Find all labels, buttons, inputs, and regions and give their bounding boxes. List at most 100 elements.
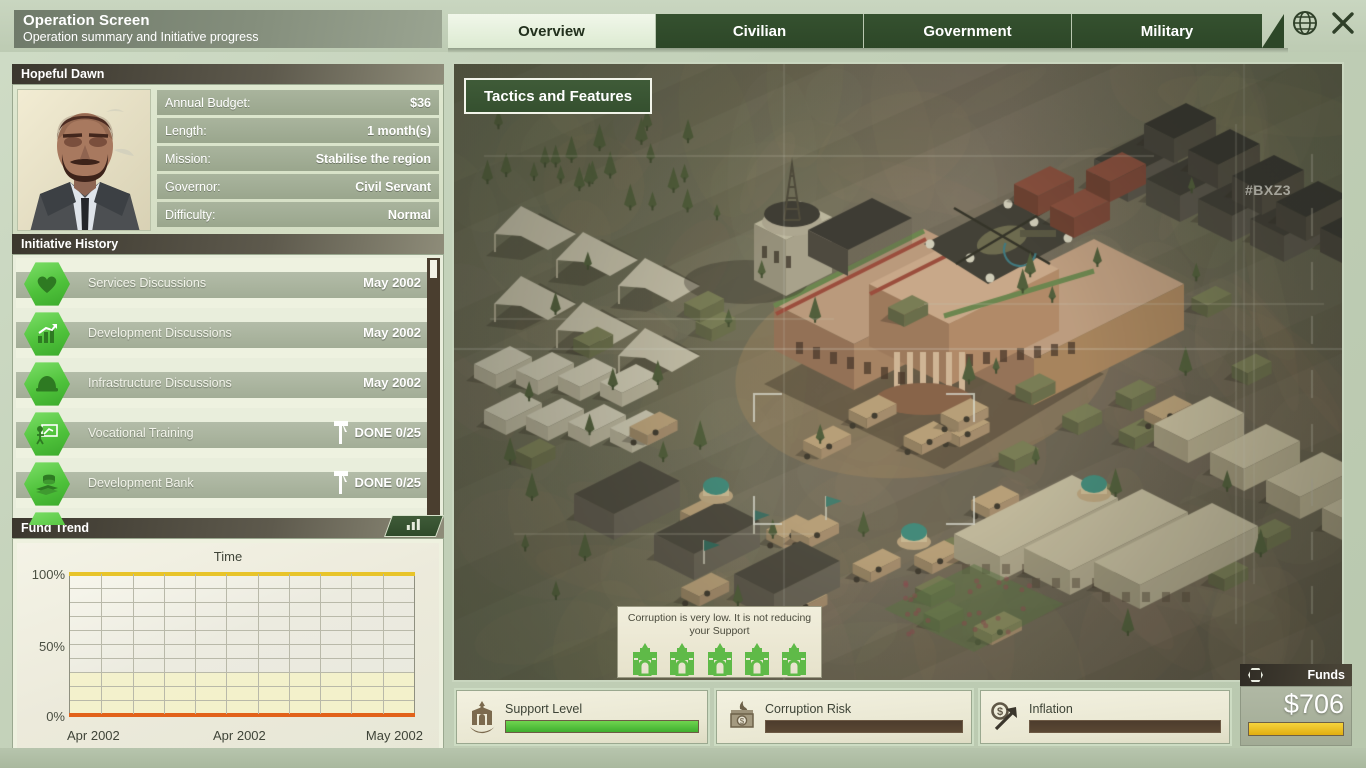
fund-trend-panel: Fund Trend Time 100% 50% 0% Apr 2002 Apr…: [12, 515, 445, 760]
dollar-arrow-icon: $: [989, 697, 1023, 737]
map-canvas[interactable]: [454, 64, 1342, 680]
tab-overview-label: Overview: [518, 22, 585, 40]
funds-amount: $706: [1283, 689, 1344, 719]
operation-info-panel: Hopeful Dawn Annual Budget: $36 Length: …: [12, 64, 444, 236]
info-row-budget: Annual Budget: $36: [157, 90, 439, 115]
chart-gridline-h: [70, 672, 414, 673]
chart-gridline-h: [70, 686, 414, 687]
chart-ytick-100: 100%: [31, 567, 65, 582]
page-title: Operation Screen Operation summary and I…: [14, 10, 442, 48]
hammer-icon: [333, 420, 349, 451]
list-item[interactable]: Vocational Training DONE 0/25: [16, 408, 427, 458]
tab-bar-shadow: [448, 48, 1288, 53]
status-corruption-risk-track: [765, 719, 963, 733]
chart-gridline-h: [70, 700, 414, 701]
close-icon[interactable]: [1328, 8, 1358, 38]
list-item[interactable]: Development Discussions May 2002: [16, 308, 427, 358]
hard-hat-icon: [24, 361, 70, 407]
money-stack-icon: [24, 461, 70, 507]
list-item-value: DONE 0/25: [354, 475, 421, 490]
chart-plot-area: [69, 572, 415, 717]
list-item-label: Infrastructure Discussions: [88, 376, 232, 390]
hexagon-icon: [1248, 668, 1263, 682]
initiative-history-panel: Initiative History Services Discussions …: [12, 234, 444, 526]
chart-title: Time: [213, 549, 243, 564]
operation-map[interactable]: [452, 62, 1344, 682]
tab-military-label: Military: [1140, 22, 1194, 40]
chart-gridline-h: [70, 616, 414, 617]
hammer-icon: [333, 470, 349, 501]
scrollbar-thumb[interactable]: [430, 260, 437, 278]
chart-ytick-50: 50%: [38, 639, 65, 654]
page-title-text: Operation Screen: [23, 12, 150, 29]
building-icon: [705, 642, 735, 681]
list-item[interactable]: Services Discussions May 2002: [16, 258, 427, 308]
status-support-level-label: Support Level: [505, 701, 583, 716]
status-support-level-track: [505, 719, 699, 733]
shrine-hand-icon: [465, 697, 499, 737]
status-support-level-fill: [506, 720, 698, 732]
status-support-level[interactable]: Support Level: [454, 688, 710, 746]
corruption-tooltip: Corruption is very low. It is not reduci…: [617, 606, 822, 678]
status-corruption-risk-label: Corruption Risk: [765, 701, 852, 716]
info-row-governor-key: Governor:: [165, 179, 221, 194]
chart-xtick-2: Apr 2002: [213, 728, 266, 743]
funds-panel: Funds $706: [1240, 664, 1352, 746]
info-row-length: Length: 1 month(s): [157, 118, 439, 143]
svg-text:$: $: [997, 706, 1003, 718]
tab-government[interactable]: Government: [864, 14, 1072, 48]
info-row-difficulty-key: Difficulty:: [165, 207, 216, 222]
info-row-budget-value: $36: [410, 95, 431, 110]
initiative-history-scrollbar[interactable]: [427, 258, 440, 525]
status-inflation[interactable]: $ Inflation: [978, 688, 1232, 746]
tab-bar-slant: [1262, 14, 1284, 48]
building-icon: [667, 642, 697, 681]
info-row-difficulty: Difficulty: Normal: [157, 202, 439, 227]
chart-xtick-1: Apr 2002: [67, 728, 120, 743]
chart-gridline-h: [70, 602, 414, 603]
chart-series-ceiling: [69, 572, 415, 576]
tab-military[interactable]: Military: [1072, 14, 1262, 48]
info-row-mission-value: Stabilise the region: [315, 151, 431, 166]
bar-chart-icon[interactable]: [383, 515, 445, 537]
tab-overview[interactable]: Overview: [448, 14, 656, 48]
tactics-and-features-label: Tactics and Features: [484, 87, 633, 105]
info-row-length-key: Length:: [165, 123, 207, 138]
list-item-value: May 2002: [363, 275, 421, 290]
list-item-value: May 2002: [363, 375, 421, 390]
status-inflation-label: Inflation: [1029, 701, 1073, 716]
funds-header: Funds: [1240, 664, 1352, 686]
chart-gridline-h: [70, 630, 414, 631]
info-row-difficulty-value: Normal: [387, 207, 431, 222]
corruption-tooltip-text: Corruption is very low. It is not reduci…: [627, 612, 812, 637]
burning-money-icon: $: [725, 697, 759, 737]
initiative-history-list: Services Discussions May 2002 Developmen…: [16, 258, 427, 525]
operation-info-rows: Annual Budget: $36 Length: 1 month(s) Mi…: [157, 89, 439, 231]
globe-icon[interactable]: [1290, 8, 1320, 38]
operation-name: Hopeful Dawn: [12, 64, 444, 84]
tactics-and-features-button[interactable]: Tactics and Features: [464, 78, 653, 114]
growth-chart-icon: [24, 311, 70, 357]
info-row-budget-key: Annual Budget:: [165, 95, 251, 110]
status-corruption-risk[interactable]: $ Corruption Risk: [714, 688, 974, 746]
chart-xtick-3: May 2002: [365, 728, 423, 743]
fund-trend-title: Fund Trend: [12, 518, 444, 538]
chart-series-funds: [69, 713, 415, 717]
map-location-tag: #BXZ3: [1245, 182, 1292, 198]
status-inflation-track: [1029, 719, 1221, 733]
chart-gridline-h: [70, 658, 414, 659]
governor-portrait: [17, 89, 151, 231]
tab-civilian[interactable]: Civilian: [656, 14, 864, 48]
list-item-value: DONE 0/25: [354, 425, 421, 440]
hexagon-icon: [24, 511, 70, 525]
info-row-governor: Governor: Civil Servant: [157, 174, 439, 199]
list-item-value: May 2002: [363, 325, 421, 340]
svg-text:$: $: [740, 717, 745, 726]
page-subtitle-text: Operation summary and Initiative progres…: [23, 30, 259, 44]
top-bar: Operation Screen Operation summary and I…: [0, 0, 1366, 53]
list-item[interactable]: Development Bank DONE 0/25: [16, 458, 427, 508]
list-item[interactable]: Infrastructure Discussions May 2002: [16, 358, 427, 408]
chart-ytick-0: 0%: [46, 709, 65, 724]
chart-shaded-band: [70, 672, 414, 714]
chart-gridline-h: [70, 588, 414, 589]
